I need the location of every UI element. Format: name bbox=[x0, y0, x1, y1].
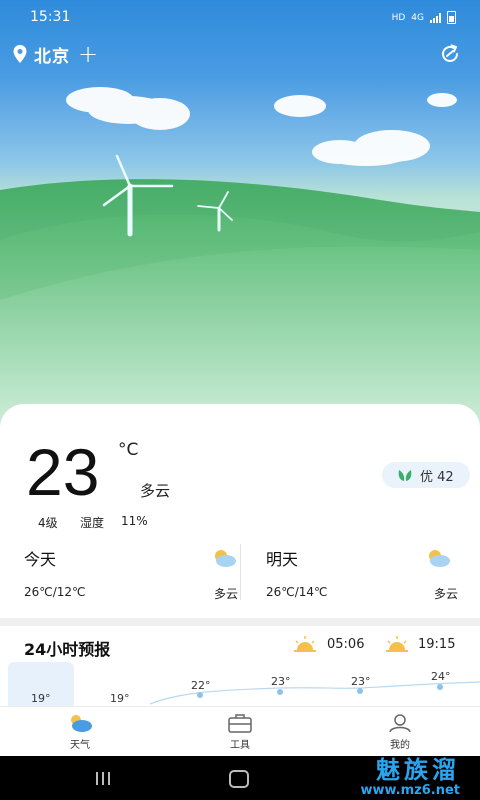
leaf-icon bbox=[398, 470, 412, 481]
refresh-icon[interactable] bbox=[438, 42, 462, 66]
today-forecast[interactable]: 今天 26℃/12℃ 多云 bbox=[24, 546, 244, 606]
hour-point bbox=[357, 688, 363, 694]
hour-temp: 24° bbox=[431, 670, 451, 683]
hd-badge: HD bbox=[391, 12, 406, 23]
nav-mine[interactable]: 我的 bbox=[370, 713, 430, 757]
status-bar: 15:31 HD 4G bbox=[0, 0, 480, 36]
today-condition: 多云 bbox=[213, 587, 238, 601]
hourly-temperature-curve bbox=[149, 681, 480, 705]
humidity-value: 11% bbox=[121, 514, 148, 528]
status-indicators: HD 4G bbox=[392, 11, 456, 24]
watermark: 魅族溜 www.mz6.net bbox=[360, 756, 460, 798]
watermark-url: www.mz6.net bbox=[360, 783, 460, 798]
humidity-label: 湿度 bbox=[80, 516, 105, 530]
hour-temp: 23° bbox=[351, 675, 371, 688]
air-quality-badge[interactable]: 优 42 bbox=[382, 462, 470, 488]
city-name[interactable]: 北京 bbox=[34, 42, 70, 67]
sunrise-time: 05:06 bbox=[327, 637, 365, 652]
user-icon bbox=[389, 714, 411, 733]
temperature-unit: °C bbox=[118, 440, 139, 460]
current-temperature: 23 bbox=[26, 435, 100, 509]
hour-point bbox=[437, 684, 443, 690]
hour-point bbox=[277, 689, 283, 695]
weather-tab-icon bbox=[71, 715, 92, 732]
nav-weather-label: 天气 bbox=[70, 740, 90, 751]
hourly-forecast-title: 24小时预报 bbox=[24, 640, 111, 659]
day-divider bbox=[240, 544, 241, 600]
cloud-icon bbox=[66, 87, 190, 130]
hour-temp: 19° bbox=[110, 692, 130, 705]
hour-point bbox=[197, 692, 203, 698]
today-label: 今天 bbox=[24, 550, 57, 569]
hour-temp: 19° bbox=[31, 692, 51, 705]
sunset-time: 19:15 bbox=[418, 637, 456, 652]
nav-tools-label: 工具 bbox=[230, 740, 250, 751]
tomorrow-label: 明天 bbox=[266, 550, 299, 569]
sunrise-icon bbox=[294, 636, 316, 652]
nav-weather[interactable]: 天气 bbox=[50, 713, 110, 757]
partly-cloudy-icon bbox=[215, 550, 236, 567]
home-button[interactable] bbox=[229, 770, 249, 788]
weather-screen: 15:31 HD 4G 北京 + 23 °C 多云 4级 湿度 11% 优 42 bbox=[0, 0, 480, 800]
add-city-icon[interactable]: + bbox=[78, 42, 98, 66]
system-navigation-bar: 魅族溜 www.mz6.net bbox=[0, 756, 480, 800]
watermark-name: 魅族溜 bbox=[376, 756, 460, 784]
hour-temp: 23° bbox=[271, 675, 291, 688]
nav-mine-label: 我的 bbox=[390, 740, 410, 751]
location-pin-icon bbox=[13, 45, 27, 63]
status-time: 15:31 bbox=[30, 9, 71, 25]
tomorrow-forecast[interactable]: 明天 26℃/14℃ 多云 bbox=[266, 546, 458, 606]
tomorrow-temp-range: 26℃/14℃ bbox=[266, 585, 328, 599]
location-bar[interactable]: 北京 + bbox=[12, 42, 98, 67]
wind-level: 4级 bbox=[38, 516, 58, 530]
tomorrow-condition: 多云 bbox=[433, 587, 458, 601]
battery-icon bbox=[447, 11, 456, 24]
hour-temp: 22° bbox=[191, 679, 211, 692]
network-type: 4G bbox=[411, 12, 424, 23]
aqi-value: 优 42 bbox=[420, 469, 454, 485]
toolbox-icon bbox=[228, 714, 252, 733]
bottom-navigation: 天气 工具 我的 bbox=[0, 706, 480, 757]
recent-apps-button[interactable] bbox=[96, 772, 110, 785]
current-condition: 多云 bbox=[140, 482, 171, 500]
nav-tools[interactable]: 工具 bbox=[210, 713, 270, 757]
sunset-icon bbox=[386, 636, 408, 652]
signal-icon bbox=[430, 12, 441, 23]
section-separator bbox=[0, 618, 480, 626]
partly-cloudy-icon bbox=[429, 550, 450, 567]
today-temp-range: 26℃/12℃ bbox=[24, 585, 86, 599]
